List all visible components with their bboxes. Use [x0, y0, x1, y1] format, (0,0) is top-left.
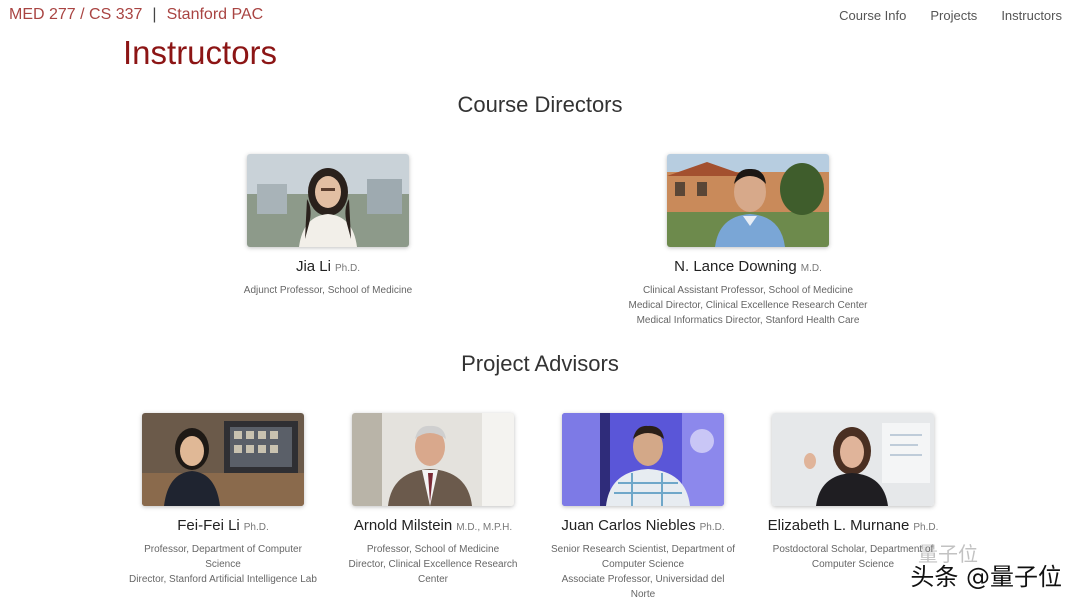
instructor-name: Juan Carlos Niebles [561, 517, 696, 534]
page-title: Instructors [123, 34, 278, 71]
instructor-photo [667, 154, 829, 247]
name-line: Jia Li Ph.D. [228, 258, 428, 276]
instructor-degree: Ph.D. [243, 522, 269, 533]
description-line: Clinical Assistant Professor, School of … [642, 285, 854, 296]
instructor-description: Professor, School of Medicine Director, … [338, 542, 528, 587]
instructor-description: Senior Research Scientist, Department of… [548, 542, 738, 602]
description-line: Associate Professor, Universidad del Nor… [561, 574, 725, 600]
name-line: Fei-Fei Li Ph.D. [128, 517, 318, 535]
instructor-photo [772, 413, 934, 506]
instructor-card-arnold-milstein: Arnold Milstein M.D., M.P.H. Professor, S… [338, 413, 528, 587]
instructor-photo [562, 413, 724, 506]
instructor-degree: Ph.D. [699, 522, 725, 533]
instructor-description: Professor, Department of Computer Scienc… [128, 542, 318, 587]
nav-projects[interactable]: Projects [930, 8, 977, 23]
instructor-photo [142, 413, 304, 506]
top-navbar: MED 277 / CS 337 | Stanford PAC Course Inf… [0, 0, 1080, 34]
description-line: Director, Stanford Artificial Intelligen… [129, 574, 317, 585]
instructor-card-lance-downing: N. Lance Downing M.D. Clinical Assistant … [608, 154, 888, 328]
instructor-card-jia-li: Jia Li Ph.D. Adjunct Professor, School of… [228, 154, 428, 298]
instructor-description: Adjunct Professor, School of Medicine [228, 283, 428, 298]
description-line: Professor, School of Medicine [366, 544, 500, 555]
instructor-name: Elizabeth L. Murnane [767, 517, 910, 534]
instructor-card-juan-carlos-niebles: Juan Carlos Niebles Ph.D. Senior Research… [548, 413, 738, 602]
instructor-degree: M.D. [800, 263, 822, 274]
brand-separator: | [152, 6, 157, 23]
name-line: Elizabeth L. Murnane Ph.D. [758, 517, 948, 535]
name-line: N. Lance Downing M.D. [608, 258, 888, 276]
instructor-photo [247, 154, 409, 247]
name-line: Arnold Milstein M.D., M.P.H. [338, 517, 528, 535]
instructor-name: Arnold Milstein [353, 517, 453, 534]
site-brand[interactable]: MED 277 / CS 337 | Stanford PAC [9, 6, 263, 24]
description-line: Adjunct Professor, School of Medicine [243, 285, 413, 296]
nav-course-info[interactable]: Course Info [839, 8, 906, 23]
section-heading-advisors: Project Advisors [461, 351, 619, 376]
watermark: 头条 @量子位 [910, 563, 1062, 591]
description-line: Medical Director, Clinical Excellence Re… [628, 300, 868, 311]
instructor-card-fei-fei-li: Fei-Fei Li Ph.D. Professor, Department of… [128, 413, 318, 587]
org-name[interactable]: Stanford PAC [167, 6, 264, 23]
nav-instructors[interactable]: Instructors [1001, 8, 1062, 23]
instructor-degree: Ph.D. [913, 522, 939, 533]
instructor-name: N. Lance Downing [674, 258, 797, 275]
description-line: Medical Informatics Director, Stanford H… [636, 315, 860, 326]
course-code[interactable]: MED 277 / CS 337 [9, 6, 142, 23]
instructor-degree: Ph.D. [335, 263, 361, 274]
instructor-name: Jia Li [295, 258, 331, 275]
description-line: Director, Clinical Excellence Research C… [348, 559, 518, 585]
main-nav: Course Info Projects Instructors [815, 8, 1062, 23]
instructor-photo [352, 413, 514, 506]
instructor-degree: M.D., M.P.H. [456, 522, 513, 533]
instructor-description: Clinical Assistant Professor, School of … [608, 283, 888, 328]
section-heading-directors: Course Directors [457, 92, 623, 117]
description-line: Professor, Department of Computer Scienc… [144, 544, 302, 570]
description-line: Senior Research Scientist, Department of… [551, 544, 735, 570]
name-line: Juan Carlos Niebles Ph.D. [548, 517, 738, 535]
instructor-name: Fei-Fei Li [177, 517, 240, 534]
